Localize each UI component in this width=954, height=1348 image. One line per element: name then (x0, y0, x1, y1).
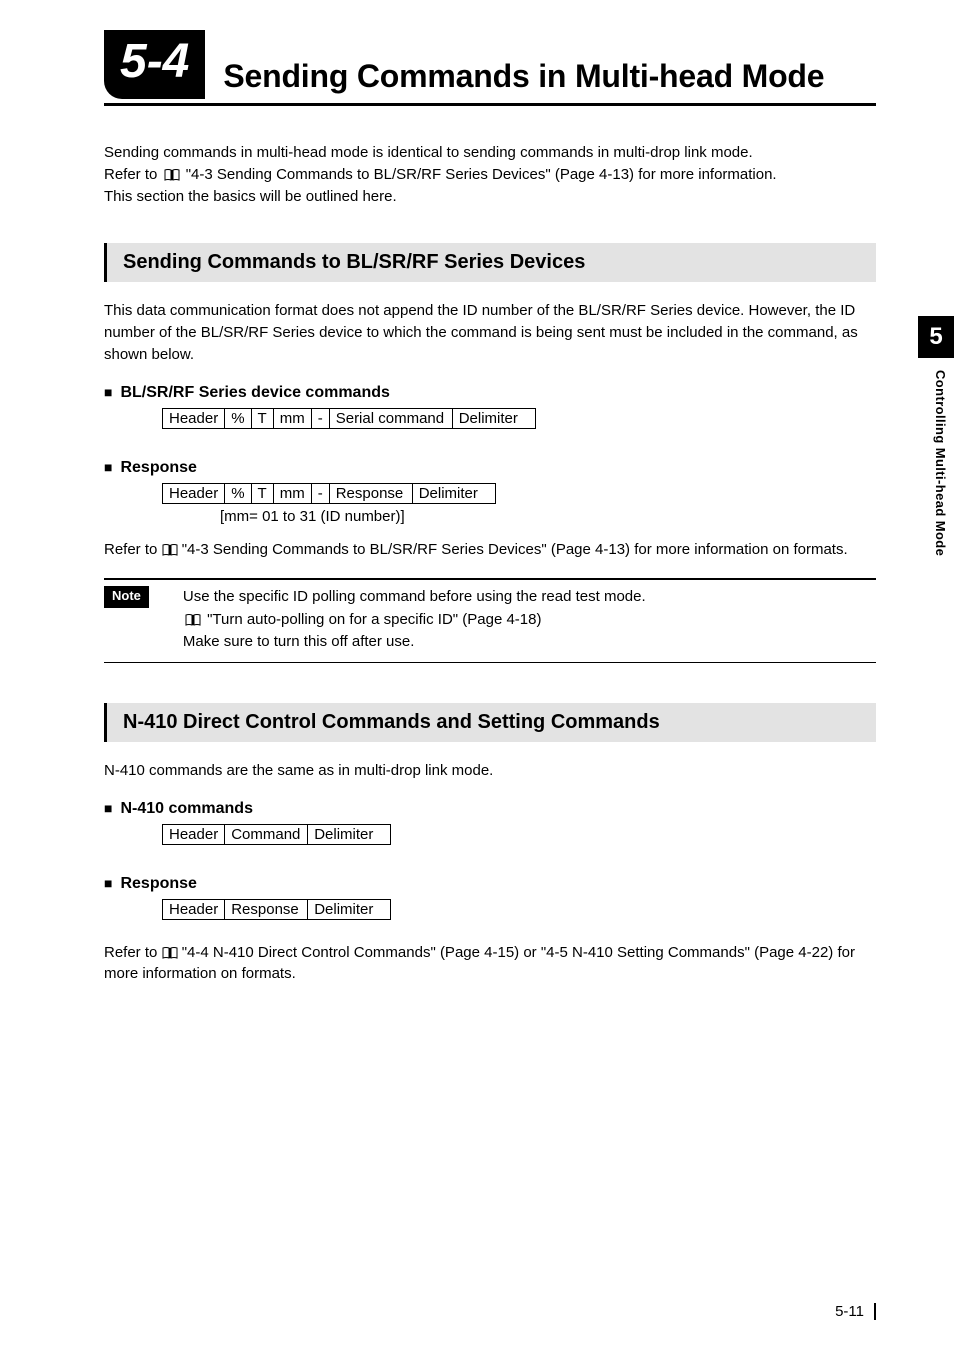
intro-paragraph: Sending commands in multi-head mode is i… (104, 142, 876, 207)
page-number: 5-11 (835, 1303, 876, 1320)
sec2-body2: Refer to "4-4 N-410 Direct Control Comma… (104, 942, 876, 986)
cell: - (311, 483, 329, 503)
sub-bl-device-commands: ■BL/SR/RF Series device commands (104, 384, 876, 402)
sec1-body2a: Refer to (104, 541, 162, 558)
sub-n410-commands-label: N-410 commands (120, 800, 253, 817)
table-n410-command: Header Command Delimiter (162, 824, 391, 845)
cell: Delimiter (308, 899, 391, 919)
table-bl-command: Header % T mm - Serial command Delimiter (162, 408, 536, 429)
chapter-side-label: Controlling Multi-head Mode (933, 370, 948, 556)
id-caption: [mm= 01 to 31 (ID number)] (220, 508, 876, 525)
chapter-tab: 5 (918, 316, 954, 358)
title-underline (104, 103, 876, 106)
section-number: 5-4 (104, 30, 205, 99)
table-n410-response: Header Response Delimiter (162, 899, 391, 920)
section-header: 5-4 Sending Commands in Multi-head Mode (104, 30, 876, 99)
sub-bl-device-commands-label: BL/SR/RF Series device commands (120, 384, 389, 401)
cell: Header (163, 824, 225, 844)
intro-line-3: This section the basics will be outlined… (104, 188, 397, 205)
cell: Header (163, 899, 225, 919)
cell: Response (225, 899, 308, 919)
cell: % (225, 408, 251, 428)
heading-n410: N-410 Direct Control Commands and Settin… (104, 703, 876, 742)
intro-line-1: Sending commands in multi-head mode is i… (104, 144, 753, 161)
sec1-body2b: "4-3 Sending Commands to BL/SR/RF Series… (182, 541, 848, 558)
sub-response-2-label: Response (120, 875, 196, 892)
sec2-body2b: "4-4 N-410 Direct Control Commands" (Pag… (104, 944, 855, 983)
cell: Delimiter (452, 408, 535, 428)
sec1-body2: Refer to "4-3 Sending Commands to BL/SR/… (104, 539, 876, 561)
cell: T (251, 483, 273, 503)
book-icon (185, 614, 201, 626)
cell: T (251, 408, 273, 428)
note-rule-bottom (104, 662, 876, 663)
cell: Delimiter (308, 824, 391, 844)
heading-sending-commands: Sending Commands to BL/SR/RF Series Devi… (104, 243, 876, 282)
note-tag: Note (104, 586, 149, 608)
sub-response-1: ■Response (104, 459, 876, 477)
cell: mm (273, 483, 311, 503)
note-line-3: Make sure to turn this off after use. (183, 633, 415, 650)
sub-response-2: ■Response (104, 875, 876, 893)
book-icon (162, 544, 178, 556)
book-icon (164, 169, 180, 181)
note-line-2: "Turn auto-polling on for a specific ID"… (207, 611, 541, 628)
cell: % (225, 483, 251, 503)
note-body: Use the specific ID polling command befo… (183, 586, 646, 654)
cell: Serial command (329, 408, 452, 428)
sec2-body: N-410 commands are the same as in multi-… (104, 760, 876, 782)
cell: Delimiter (412, 483, 495, 503)
cell: Header (163, 408, 225, 428)
book-icon (162, 947, 178, 959)
cell: Header (163, 483, 225, 503)
table-bl-response: Header % T mm - Response Delimiter (162, 483, 496, 504)
cell: - (311, 408, 329, 428)
cell: mm (273, 408, 311, 428)
intro-line-2a: Refer to (104, 166, 162, 183)
sec2-body2a: Refer to (104, 944, 162, 961)
note-block: Note Use the specific ID polling command… (104, 586, 876, 654)
cell: Command (225, 824, 308, 844)
sec1-body: This data communication format does not … (104, 300, 876, 365)
sub-n410-commands: ■N-410 commands (104, 800, 876, 818)
section-title: Sending Commands in Multi-head Mode (205, 30, 824, 99)
cell: Response (329, 483, 412, 503)
intro-line-2b: "4-3 Sending Commands to BL/SR/RF Series… (186, 166, 777, 183)
note-line-1: Use the specific ID polling command befo… (183, 588, 646, 605)
sub-response-1-label: Response (120, 459, 196, 476)
note-rule-top (104, 578, 876, 580)
